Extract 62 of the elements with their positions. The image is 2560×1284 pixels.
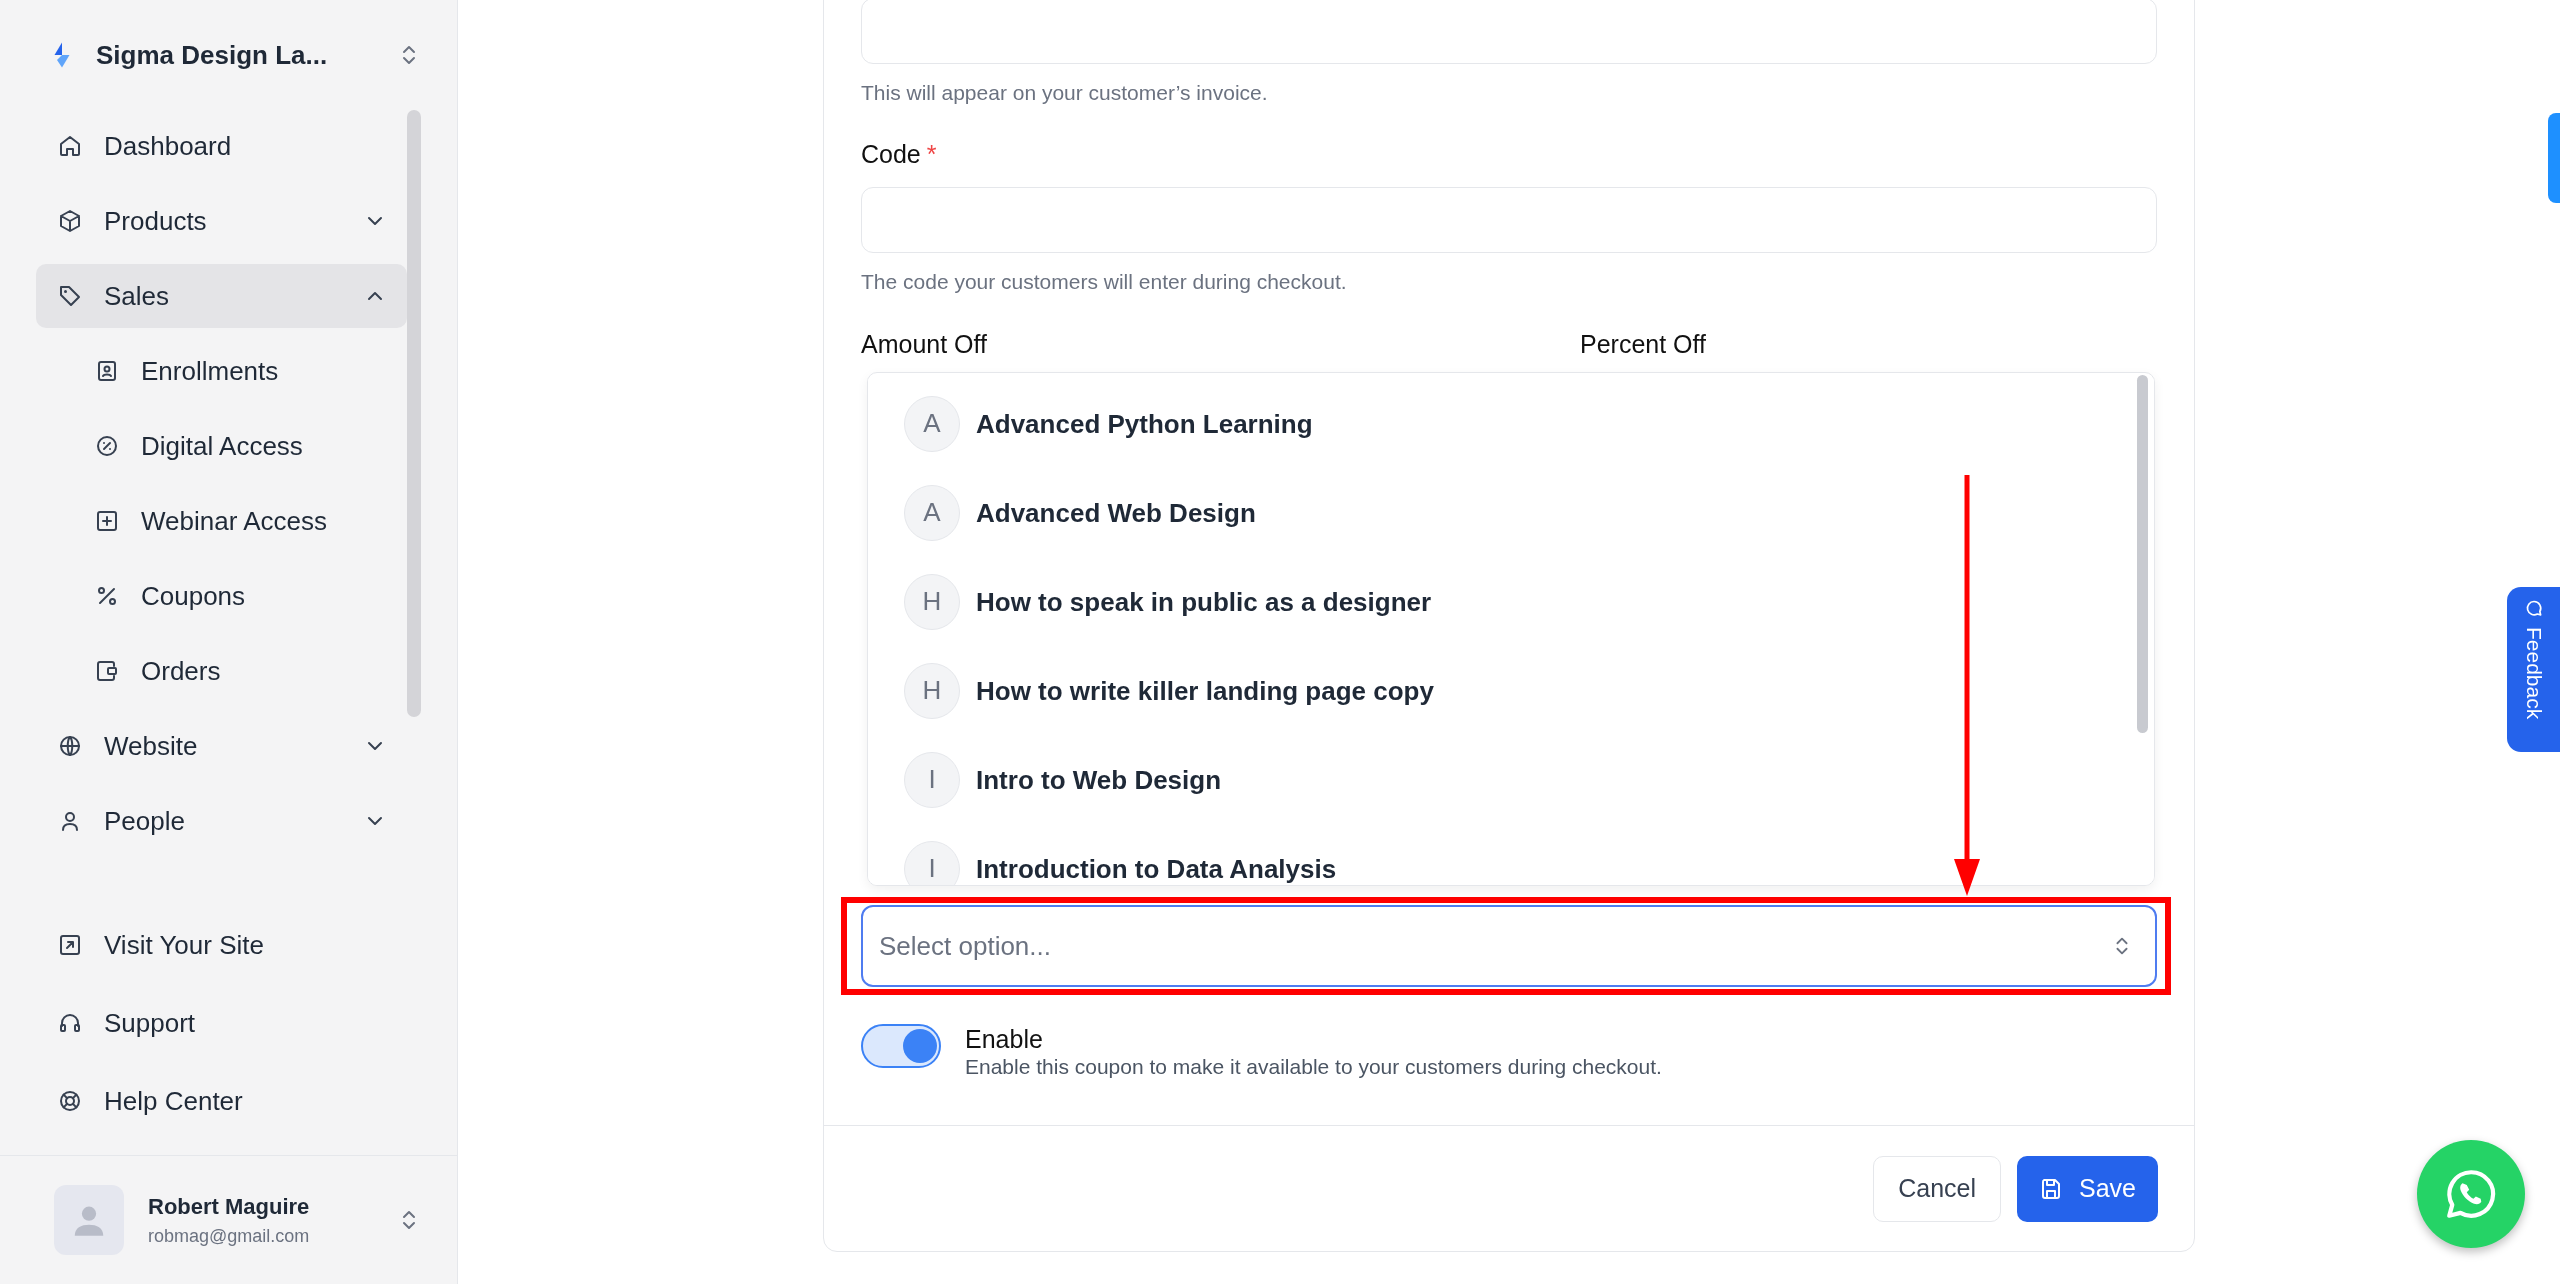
lifebuoy-icon (58, 1089, 82, 1113)
logo-icon (52, 40, 72, 70)
sidebar-link[interactable]: Visit Your Site (36, 913, 407, 977)
user-name: Robert Maguire (148, 1193, 311, 1221)
external-link-icon (58, 933, 82, 957)
tag-icon (58, 284, 82, 308)
letter-avatar: I (904, 840, 960, 885)
sidebar-link[interactable]: Help Center (36, 1069, 407, 1133)
field-label: Percent Off (1580, 330, 1706, 358)
select-field[interactable]: Select option... (861, 905, 2157, 987)
chat-button[interactable] (2417, 1140, 2525, 1248)
dropdown-option[interactable]: I Intro to Web Design (868, 735, 2154, 824)
scrollbar-thumb[interactable] (2137, 375, 2148, 733)
letter-avatar: A (904, 484, 960, 541)
input-field[interactable] (861, 187, 2157, 253)
contact-card-icon (95, 359, 119, 383)
toggle-label: Enable (965, 1024, 1044, 1054)
dropdown-option[interactable]: H How to speak in public as a designer (868, 557, 2154, 646)
dropdown-option[interactable]: A Advanced Web Design (868, 468, 2154, 557)
box-icon (58, 209, 82, 233)
sidebar-item[interactable]: Webinar Access (36, 489, 407, 553)
percent-circle-icon (95, 434, 119, 458)
user-email: robmag@gmail.com (148, 1225, 311, 1248)
dropdown-option[interactable]: A Advanced Python Learning (868, 379, 2154, 468)
edge-tab[interactable] (2548, 113, 2560, 203)
plus-square-icon (95, 509, 119, 533)
scrollbar-thumb[interactable] (407, 110, 421, 717)
sidebar-item[interactable]: Dashboard (36, 114, 407, 178)
input-field[interactable] (861, 0, 2157, 64)
sidebar-item[interactable]: Digital Access (36, 414, 407, 478)
sidebar-item[interactable]: Enrollments (36, 339, 407, 403)
dropdown-option[interactable]: H How to write killer landing page copy (868, 646, 2154, 735)
sidebar-item[interactable]: Coupons (36, 564, 407, 628)
save-icon (2039, 1177, 2063, 1201)
letter-avatar: H (904, 573, 960, 630)
dropdown-option[interactable]: I Introduction to Data Analysis (868, 824, 2154, 885)
sidebar-item[interactable]: People (36, 789, 407, 853)
sidebar-item[interactable]: Products (36, 189, 407, 253)
sidebar-link[interactable]: Support (36, 991, 407, 1055)
field-label: Code (861, 139, 921, 169)
percent-icon (95, 584, 119, 608)
letter-avatar: I (904, 751, 960, 808)
globe-icon (58, 734, 82, 758)
cancel-button[interactable]: Cancel (1873, 1156, 2001, 1222)
sidebar-item[interactable]: Sales (36, 264, 407, 328)
field-hint: The code your customers will enter during checkout. (861, 270, 1348, 294)
toggle-description: Enable this coupon to make it available to your customers during checkout. (965, 1054, 1662, 1080)
sidebar-item[interactable]: Website (36, 714, 407, 778)
letter-avatar: H (904, 662, 960, 719)
user-menu[interactable]: Robert Maguire robmag@gmail.com (0, 1155, 457, 1284)
field-hint: This will appear on your customer’s invoice. (861, 81, 1269, 105)
save-button[interactable]: Save (2017, 1156, 2158, 1222)
letter-avatar: A (904, 395, 960, 452)
field-label: Amount Off (861, 330, 987, 358)
home-icon (58, 134, 82, 158)
required-mark: * (926, 139, 937, 169)
sidebar-item[interactable]: Orders (36, 639, 407, 703)
workspace-name[interactable]: Sigma Design La... (96, 35, 397, 75)
wallet-icon (95, 659, 119, 683)
headset-icon (58, 1011, 82, 1035)
toggle-switch[interactable] (861, 1024, 941, 1068)
feedback-tab[interactable]: Feedback (2507, 587, 2560, 752)
